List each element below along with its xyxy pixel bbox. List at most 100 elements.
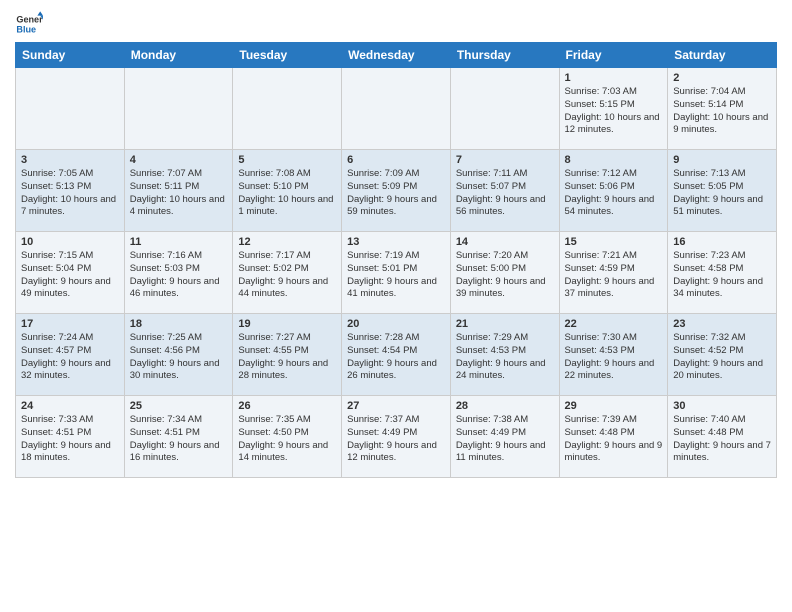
calendar-header-row: SundayMondayTuesdayWednesdayThursdayFrid… (16, 43, 777, 68)
calendar-body: 1 Sunrise: 7:03 AM Sunset: 5:15 PM Daylig… (16, 68, 777, 478)
day-info: Sunrise: 7:19 AM Sunset: 5:01 PM Dayligh… (347, 250, 445, 301)
calendar-cell: 5 Sunrise: 7:08 AM Sunset: 5:10 PM Daylig… (233, 150, 342, 232)
day-number: 29 (565, 400, 663, 412)
day-number: 1 (565, 72, 663, 84)
day-number: 17 (21, 318, 119, 330)
day-number: 28 (456, 400, 554, 412)
day-number: 2 (673, 72, 771, 84)
svg-text:Blue: Blue (16, 24, 36, 34)
day-info: Sunrise: 7:16 AM Sunset: 5:03 PM Dayligh… (130, 250, 228, 301)
calendar-cell: 25Sunrise: 7:34 AM Sunset: 4:51 PM Dayli… (124, 396, 233, 478)
day-header: Wednesday (342, 43, 451, 68)
calendar-cell: 17 Sunrise: 7:24 AM Sunset: 4:57 PM Dayli… (16, 314, 125, 396)
calendar-cell: 9 Sunrise: 7:13 AM Sunset: 5:05 PM Daylig… (668, 150, 777, 232)
day-info: Sunrise: 7:30 AM Sunset: 4:53 PM Dayligh… (565, 332, 663, 383)
day-info: Sunrise: 7:24 AM Sunset: 4:57 PM Dayligh… (21, 332, 119, 383)
day-info: Sunrise: 7:15 AM Sunset: 5:04 PM Dayligh… (21, 250, 119, 301)
day-header: Sunday (16, 43, 125, 68)
day-number: 18 (130, 318, 228, 330)
header: General Blue (15, 10, 777, 38)
day-info: Sunrise: 7:05 AM Sunset: 5:13 PM Dayligh… (21, 168, 119, 219)
day-number: 3 (21, 154, 119, 166)
day-number: 12 (238, 236, 336, 248)
calendar-cell: 19 Sunrise: 7:27 AM Sunset: 4:55 PM Dayli… (233, 314, 342, 396)
calendar-cell (124, 68, 233, 150)
calendar-cell: 1 Sunrise: 7:03 AM Sunset: 5:15 PM Daylig… (559, 68, 668, 150)
calendar-cell: 8 Sunrise: 7:12 AM Sunset: 5:06 PM Daylig… (559, 150, 668, 232)
calendar-cell: 22Sunrise: 7:30 AM Sunset: 4:53 PM Dayli… (559, 314, 668, 396)
main-container: General Blue SundayMondayTuesdayWednesda… (0, 0, 792, 483)
day-info: Sunrise: 7:27 AM Sunset: 4:55 PM Dayligh… (238, 332, 336, 383)
day-number: 13 (347, 236, 445, 248)
day-info: Sunrise: 7:12 AM Sunset: 5:06 PM Dayligh… (565, 168, 663, 219)
day-number: 5 (238, 154, 336, 166)
calendar-cell: 15 Sunrise: 7:21 AM Sunset: 4:59 PM Dayli… (559, 232, 668, 314)
day-info: Sunrise: 7:21 AM Sunset: 4:59 PM Dayligh… (565, 250, 663, 301)
day-number: 15 (565, 236, 663, 248)
day-info: Sunrise: 7:03 AM Sunset: 5:15 PM Dayligh… (565, 86, 663, 137)
day-info: Sunrise: 7:08 AM Sunset: 5:10 PM Dayligh… (238, 168, 336, 219)
day-info: Sunrise: 7:13 AM Sunset: 5:05 PM Dayligh… (673, 168, 771, 219)
calendar-cell: 2 Sunrise: 7:04 AM Sunset: 5:14 PM Daylig… (668, 68, 777, 150)
calendar-cell: 13 Sunrise: 7:19 AM Sunset: 5:01 PM Dayli… (342, 232, 451, 314)
day-number: 19 (238, 318, 336, 330)
calendar-cell: 14Sunrise: 7:20 AM Sunset: 5:00 PM Dayli… (450, 232, 559, 314)
day-info: Sunrise: 7:09 AM Sunset: 5:09 PM Dayligh… (347, 168, 445, 219)
day-header: Monday (124, 43, 233, 68)
day-info: Sunrise: 7:04 AM Sunset: 5:14 PM Dayligh… (673, 86, 771, 137)
day-header: Friday (559, 43, 668, 68)
day-info: Sunrise: 7:07 AM Sunset: 5:11 PM Dayligh… (130, 168, 228, 219)
calendar-cell: 29Sunrise: 7:39 AM Sunset: 4:48 PM Dayli… (559, 396, 668, 478)
calendar-week-row: 24 Sunrise: 7:33 AM Sunset: 4:51 PM Dayli… (16, 396, 777, 478)
logo-icon: General Blue (15, 10, 43, 38)
calendar-cell (16, 68, 125, 150)
day-info: Sunrise: 7:37 AM Sunset: 4:49 PM Dayligh… (347, 414, 445, 465)
day-info: Sunrise: 7:25 AM Sunset: 4:56 PM Dayligh… (130, 332, 228, 383)
calendar-cell: 26 Sunrise: 7:35 AM Sunset: 4:50 PM Dayli… (233, 396, 342, 478)
calendar-cell: 3 Sunrise: 7:05 AM Sunset: 5:13 PM Daylig… (16, 150, 125, 232)
day-number: 6 (347, 154, 445, 166)
day-number: 20 (347, 318, 445, 330)
day-info: Sunrise: 7:38 AM Sunset: 4:49 PM Dayligh… (456, 414, 554, 465)
calendar-cell (233, 68, 342, 150)
calendar-week-row: 10 Sunrise: 7:15 AM Sunset: 5:04 PM Dayli… (16, 232, 777, 314)
day-info: Sunrise: 7:28 AM Sunset: 4:54 PM Dayligh… (347, 332, 445, 383)
day-header: Thursday (450, 43, 559, 68)
day-number: 27 (347, 400, 445, 412)
calendar-cell: 21Sunrise: 7:29 AM Sunset: 4:53 PM Dayli… (450, 314, 559, 396)
calendar-cell: 23 Sunrise: 7:32 AM Sunset: 4:52 PM Dayli… (668, 314, 777, 396)
day-info: Sunrise: 7:35 AM Sunset: 4:50 PM Dayligh… (238, 414, 336, 465)
day-number: 9 (673, 154, 771, 166)
day-number: 4 (130, 154, 228, 166)
day-header: Tuesday (233, 43, 342, 68)
day-info: Sunrise: 7:29 AM Sunset: 4:53 PM Dayligh… (456, 332, 554, 383)
day-number: 10 (21, 236, 119, 248)
calendar-cell (450, 68, 559, 150)
day-number: 8 (565, 154, 663, 166)
calendar-cell: 30 Sunrise: 7:40 AM Sunset: 4:48 PM Dayli… (668, 396, 777, 478)
calendar-cell: 12Sunrise: 7:17 AM Sunset: 5:02 PM Dayli… (233, 232, 342, 314)
day-info: Sunrise: 7:40 AM Sunset: 4:48 PM Dayligh… (673, 414, 771, 465)
day-number: 26 (238, 400, 336, 412)
day-number: 14 (456, 236, 554, 248)
calendar-week-row: 17 Sunrise: 7:24 AM Sunset: 4:57 PM Dayli… (16, 314, 777, 396)
calendar-cell: 18 Sunrise: 7:25 AM Sunset: 4:56 PM Dayli… (124, 314, 233, 396)
day-number: 16 (673, 236, 771, 248)
day-info: Sunrise: 7:32 AM Sunset: 4:52 PM Dayligh… (673, 332, 771, 383)
calendar-cell: 24 Sunrise: 7:33 AM Sunset: 4:51 PM Dayli… (16, 396, 125, 478)
day-info: Sunrise: 7:34 AM Sunset: 4:51 PM Dayligh… (130, 414, 228, 465)
day-number: 23 (673, 318, 771, 330)
day-info: Sunrise: 7:33 AM Sunset: 4:51 PM Dayligh… (21, 414, 119, 465)
day-number: 7 (456, 154, 554, 166)
day-number: 30 (673, 400, 771, 412)
calendar-table: SundayMondayTuesdayWednesdayThursdayFrid… (15, 42, 777, 478)
day-number: 11 (130, 236, 228, 248)
calendar-cell: 7Sunrise: 7:11 AM Sunset: 5:07 PM Daylig… (450, 150, 559, 232)
calendar-cell (342, 68, 451, 150)
calendar-cell: 20 Sunrise: 7:28 AM Sunset: 4:54 PM Dayli… (342, 314, 451, 396)
day-info: Sunrise: 7:23 AM Sunset: 4:58 PM Dayligh… (673, 250, 771, 301)
day-number: 24 (21, 400, 119, 412)
logo: General Blue (15, 10, 47, 38)
day-header: Saturday (668, 43, 777, 68)
calendar-cell: 16 Sunrise: 7:23 AM Sunset: 4:58 PM Dayli… (668, 232, 777, 314)
